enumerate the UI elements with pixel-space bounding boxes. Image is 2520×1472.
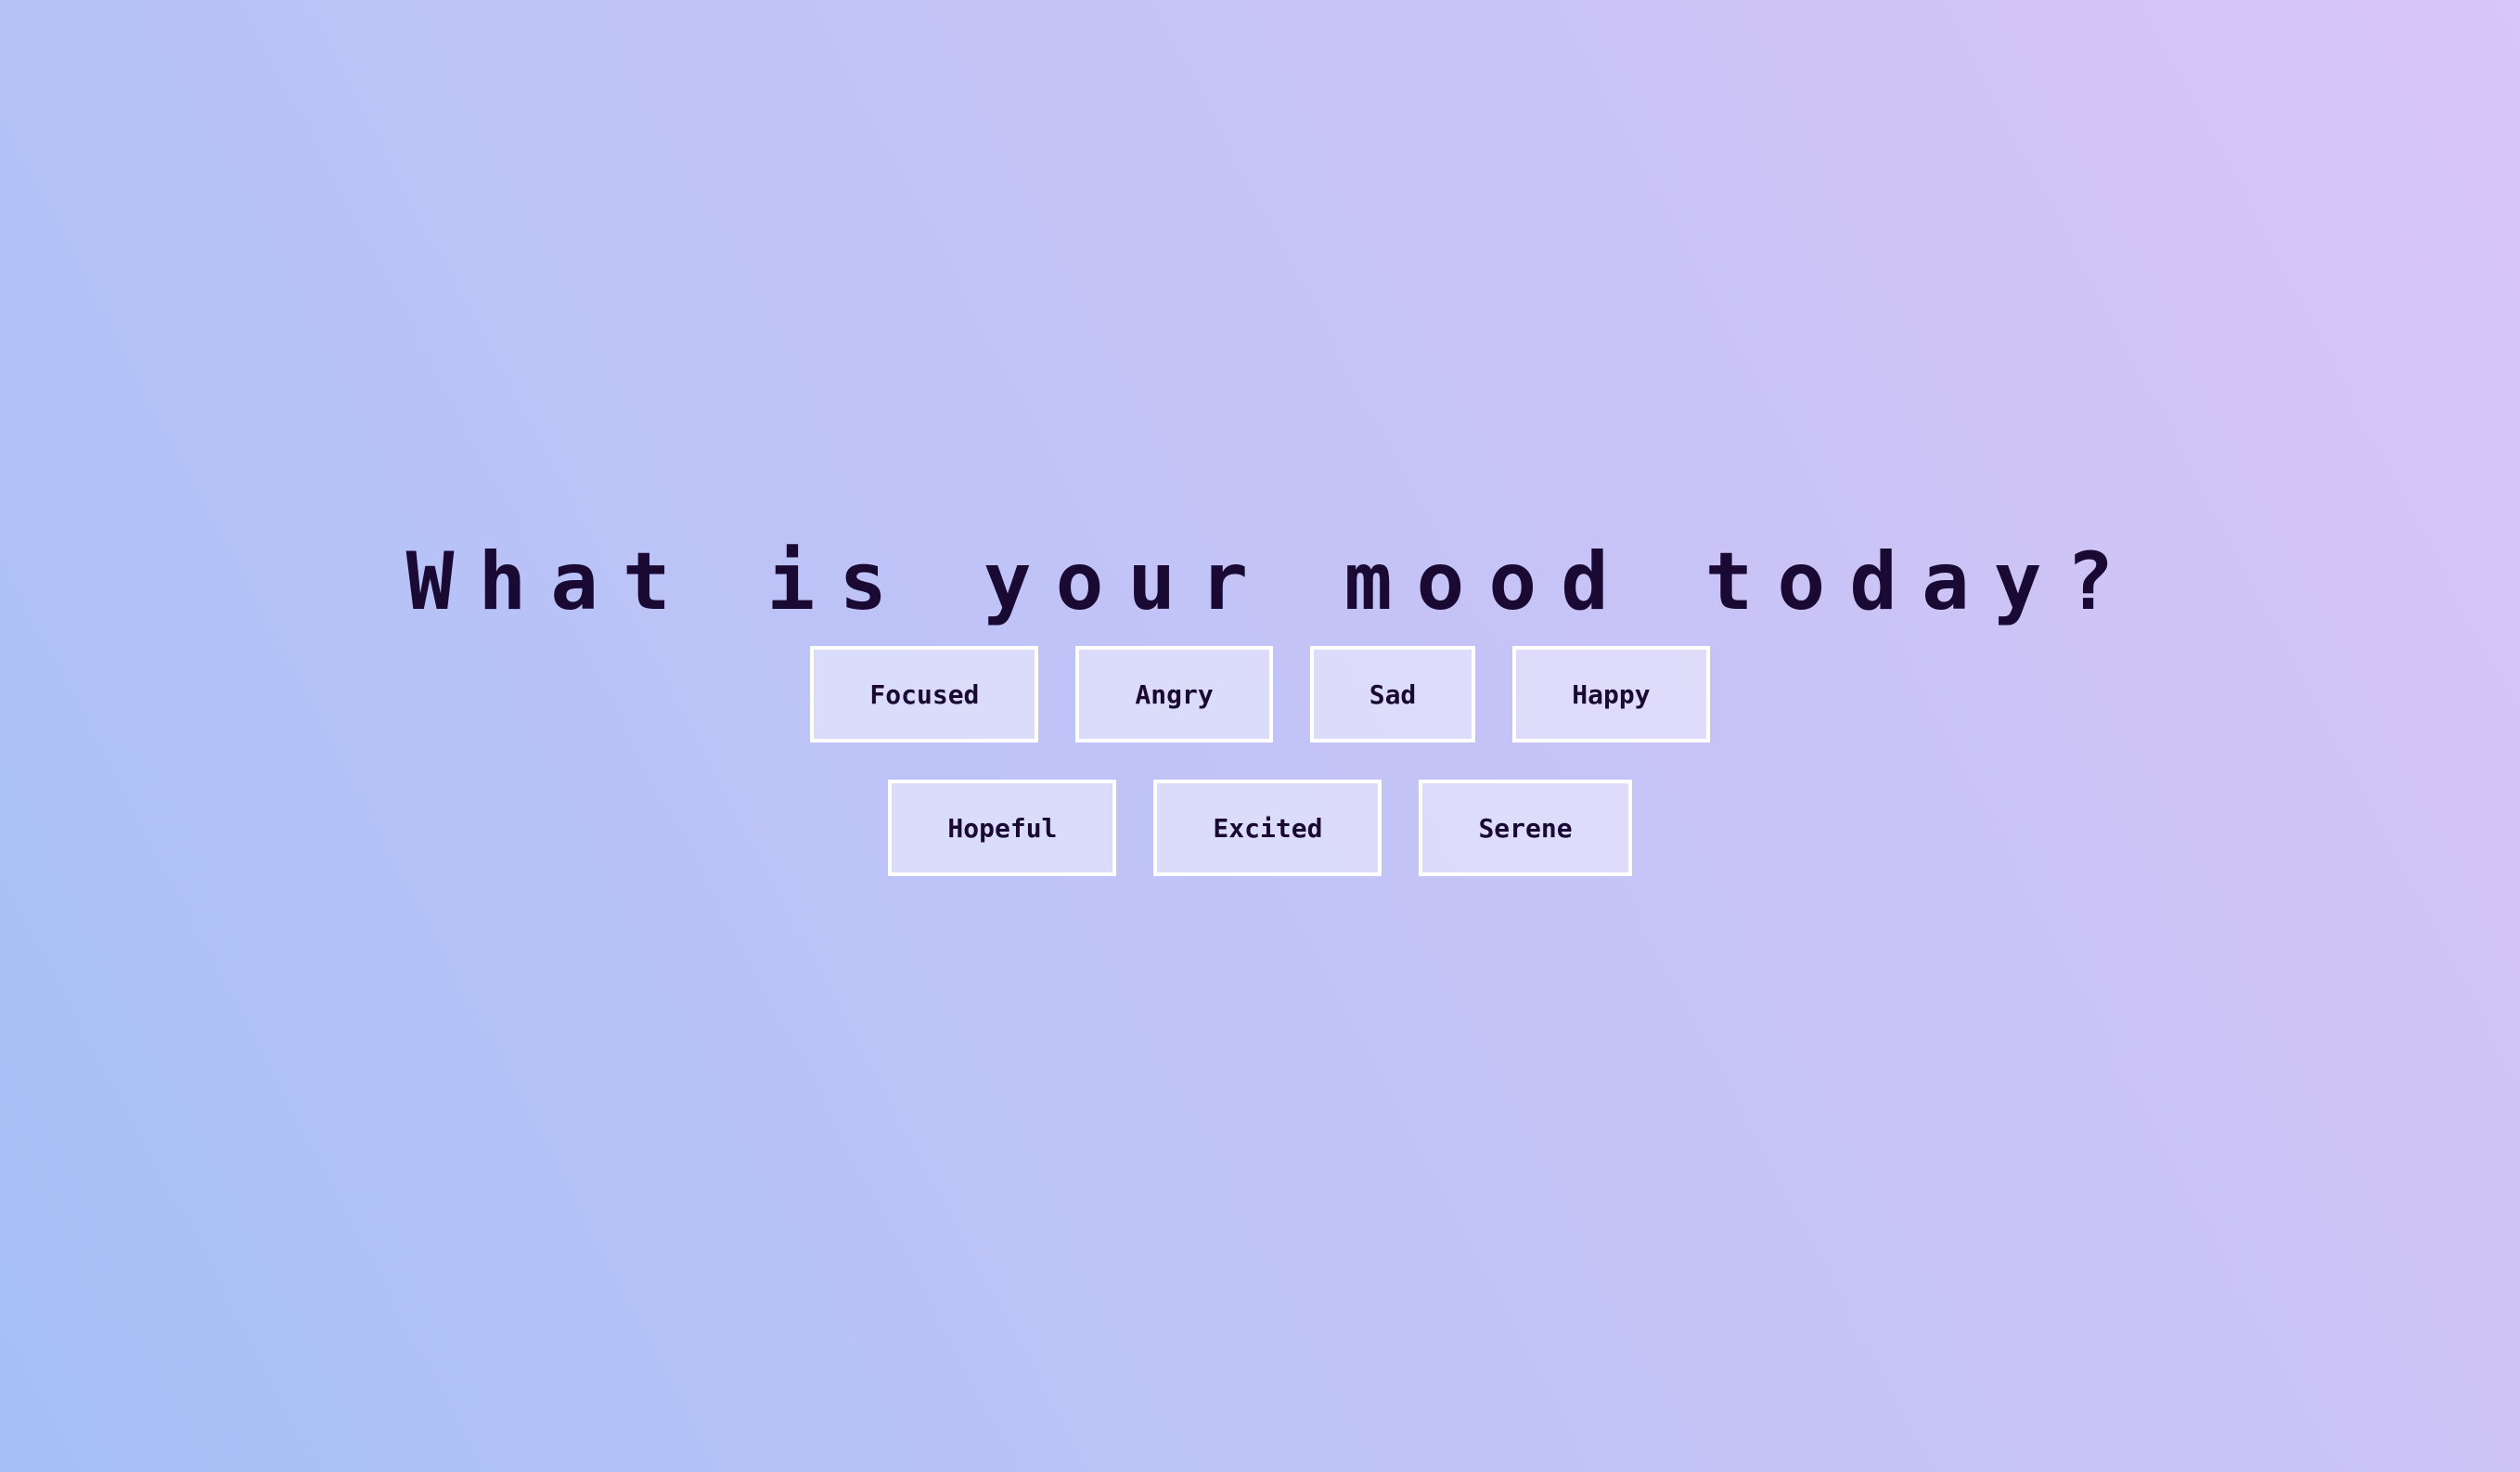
mood-button-serene[interactable]: Serene: [1419, 780, 1632, 876]
mood-options-row-1: Focused Angry Sad Happy: [0, 646, 2520, 742]
mood-button-hopeful[interactable]: Hopeful: [888, 780, 1117, 876]
mood-button-focused[interactable]: Focused: [810, 646, 1039, 742]
mood-button-angry[interactable]: Angry: [1075, 646, 1273, 742]
mood-button-happy[interactable]: Happy: [1512, 646, 1710, 742]
mood-button-sad[interactable]: Sad: [1309, 646, 1476, 742]
mood-button-excited[interactable]: Excited: [1153, 780, 1382, 876]
mood-page: What is your mood today? Focused Angry S…: [0, 0, 2520, 1472]
page-title: What is your mood today?: [405, 536, 2139, 628]
mood-options-row-2: Hopeful Excited Serene: [0, 780, 2520, 876]
